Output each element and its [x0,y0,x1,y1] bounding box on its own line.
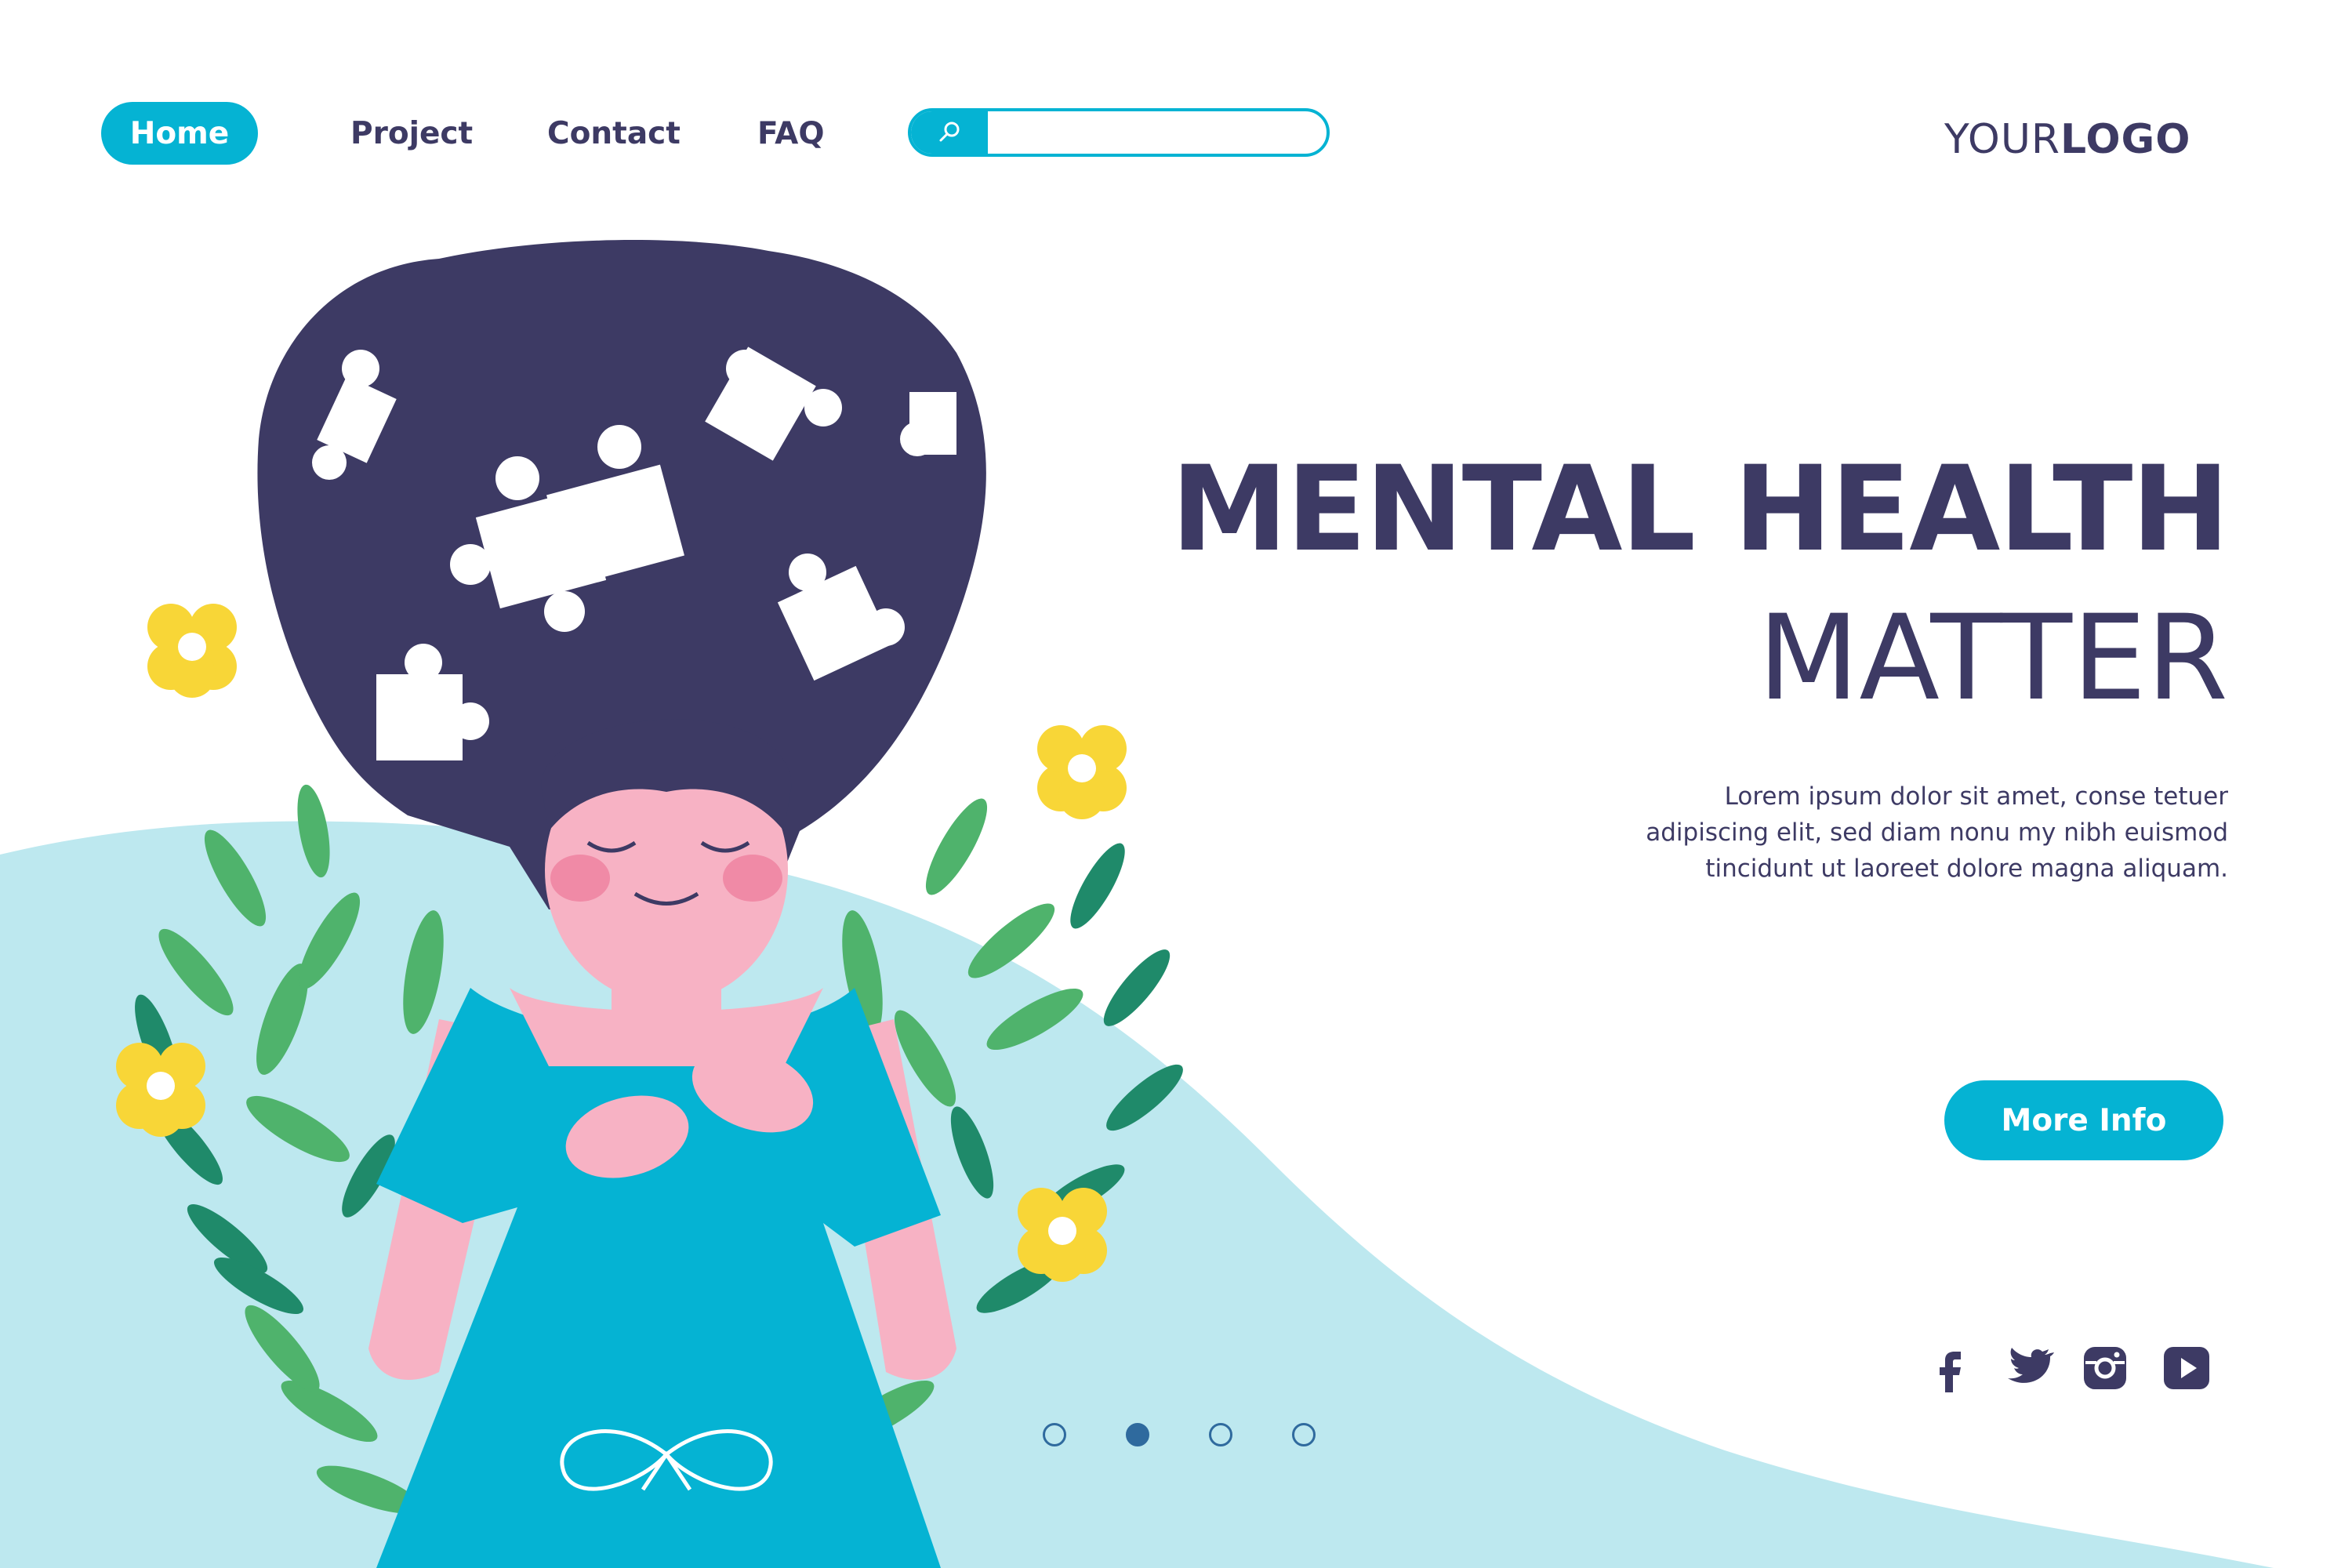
search-bar [908,108,1330,157]
search-input[interactable] [989,111,1327,154]
nav-contact[interactable]: Contact [547,102,681,165]
flower-icon [1018,1188,1107,1282]
top-nav: Home Project Contact FAQ YOURLOGO [0,0,2352,204]
hero-title-line2: MATTER [1758,590,2228,727]
pagination-dot-1[interactable] [1043,1423,1066,1446]
search-icon [939,122,960,142]
more-info-button[interactable]: More Info [1944,1080,2223,1160]
search-button[interactable] [911,111,988,154]
pagination-dot-4[interactable] [1292,1423,1316,1446]
pagination-dot-2[interactable] [1126,1423,1149,1446]
logo-your: YOUR [1944,116,2061,163]
logo[interactable]: YOURLOGO [1944,116,2190,171]
nav-faq[interactable]: FAQ [757,102,825,165]
facebook-icon[interactable] [1925,1342,1976,1394]
hero-title: MENTAL HEALTH MATTER [1171,441,2230,727]
flower-icon [147,604,237,698]
twitter-icon[interactable] [2003,1342,2055,1394]
nav-home[interactable]: Home [101,102,258,165]
hero-title-line1: MENTAL HEALTH [1171,441,2230,578]
flower-icon [1037,725,1127,819]
youtube-icon[interactable] [2161,1342,2212,1394]
nav-project[interactable]: Project [350,102,473,165]
logo-logo: LOGO [2060,116,2191,163]
flower-icon [116,1043,205,1137]
hero-description: Lorem ipsum dolor sit amet, conse tetuer… [1646,782,2228,883]
pagination-dot-3[interactable] [1209,1423,1232,1446]
instagram-icon[interactable] [2079,1342,2131,1394]
